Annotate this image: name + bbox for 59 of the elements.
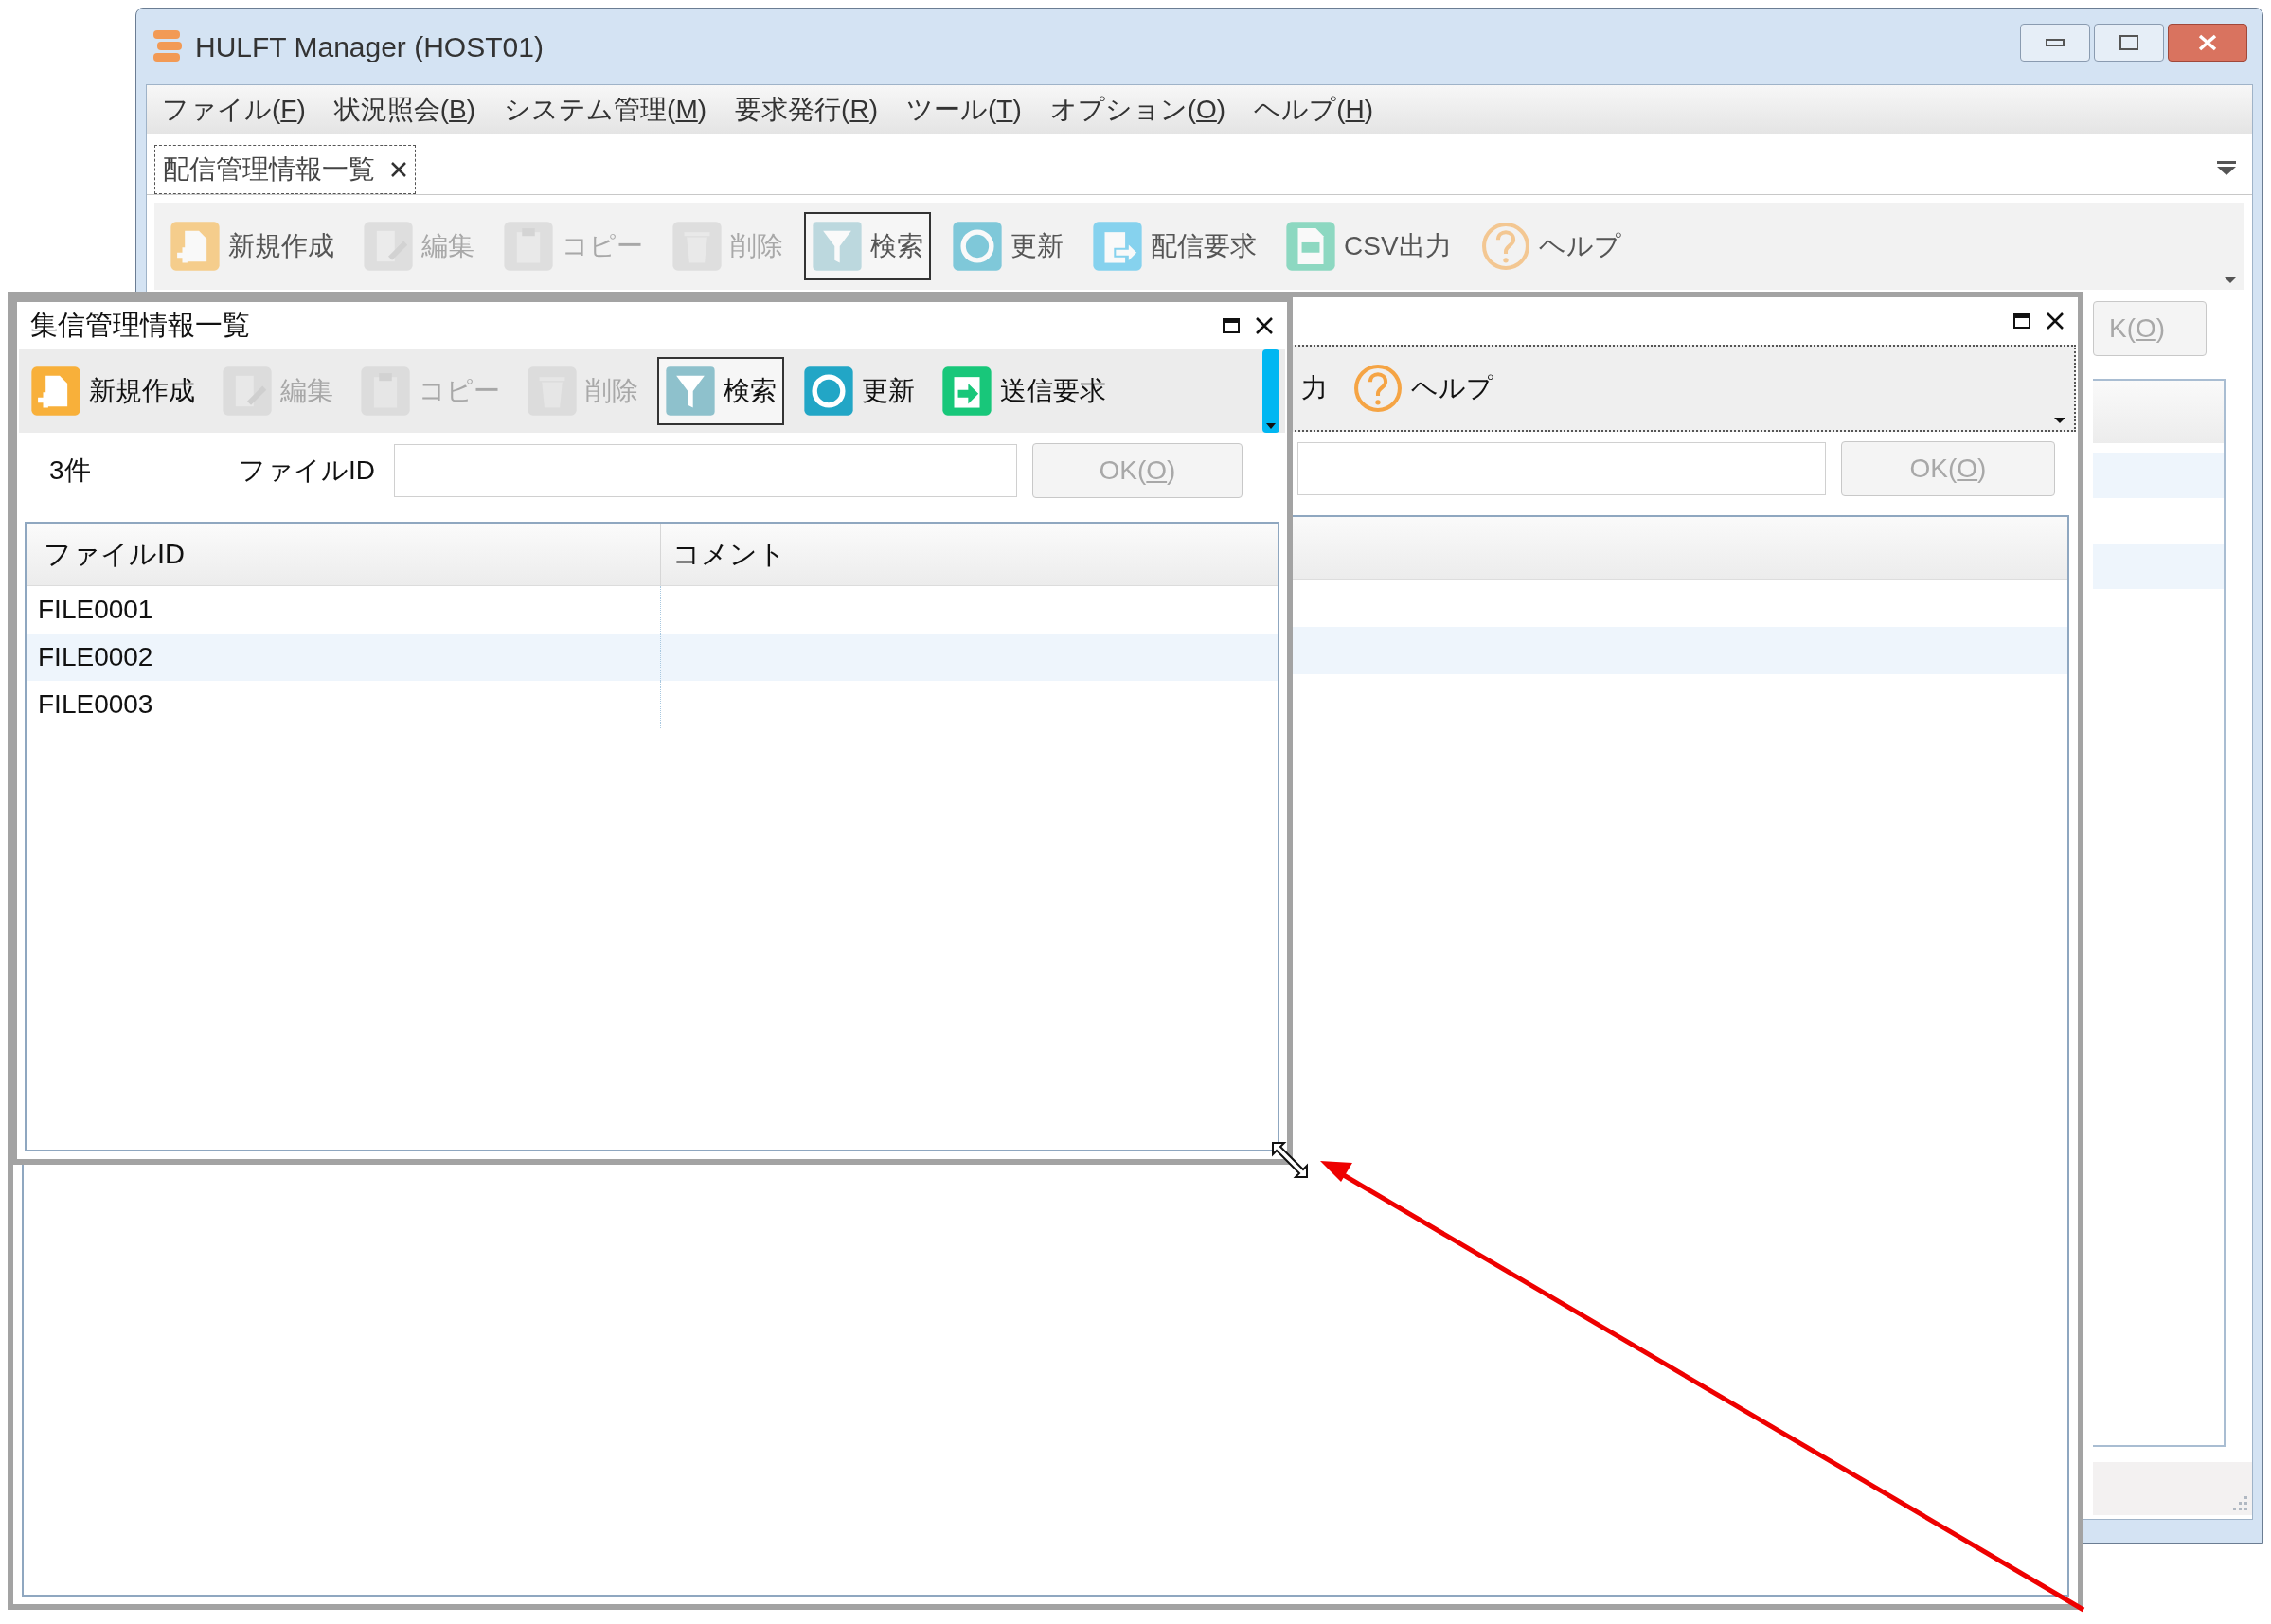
close-icon[interactable]: [390, 161, 407, 178]
refresh-icon: [952, 221, 1003, 272]
close-icon: [2197, 34, 2218, 51]
clipboard-icon: [503, 221, 554, 272]
restore-icon: [2119, 35, 2138, 50]
menu-item[interactable]: システム管理(M): [504, 90, 707, 130]
minimize-icon: [2046, 39, 2065, 46]
field-label: ファイルID: [239, 455, 375, 487]
edit-document-icon: [363, 221, 414, 272]
maximize-icon[interactable]: [1223, 318, 1240, 333]
overflow-menu-icon[interactable]: [2216, 160, 2237, 177]
toolbar-button[interactable]: 更新: [796, 357, 922, 425]
filter-icon: [812, 221, 863, 272]
toolbar-button[interactable]: ヘルプ: [1472, 212, 1629, 280]
help-icon: [1479, 221, 1531, 272]
dropdown-arrow-icon: [1266, 423, 1276, 429]
window-title: 集信管理情報一覧: [30, 309, 250, 343]
edit-document-icon: [222, 366, 273, 417]
refresh-icon: [803, 366, 854, 417]
toolbar-button[interactable]: 更新: [944, 212, 1071, 280]
column-header[interactable]: コメント: [661, 524, 1278, 585]
dropdown-arrow-icon[interactable]: [2053, 417, 2066, 424]
filter-icon: [665, 366, 716, 417]
toolbar-button[interactable]: 新規作成: [162, 212, 342, 280]
help-icon: [1352, 363, 1404, 414]
toolbar-button[interactable]: 検索: [657, 357, 784, 425]
menu-item[interactable]: ファイル(F): [162, 90, 306, 130]
menu-item[interactable]: 要求発行(R): [735, 90, 878, 130]
toolbar-button[interactable]: 検索: [804, 212, 931, 280]
toolbar-button[interactable]: 力: [1294, 354, 1335, 422]
toolbar-button[interactable]: CSV出力: [1278, 212, 1459, 280]
record-count: 3件: [49, 455, 92, 487]
toolbar-button[interactable]: 新規作成: [23, 357, 203, 425]
menu-item[interactable]: オプション(O): [1049, 90, 1226, 130]
tab-label: 配信管理情報一覧: [163, 153, 375, 186]
toolbar-button[interactable]: 送信要求: [934, 357, 1114, 425]
column-header[interactable]: ファイルID: [32, 524, 661, 585]
window-title: HULFT Manager (HOST01): [195, 29, 544, 64]
maximize-button[interactable]: [2094, 24, 2164, 62]
maximize-icon[interactable]: [2013, 313, 2030, 329]
close-icon[interactable]: [2046, 312, 2065, 330]
spreadsheet-file-icon: [1285, 221, 1336, 272]
new-document-icon: [170, 221, 221, 272]
logo-icon: [152, 28, 184, 64]
toolbar-button[interactable]: 配信要求: [1084, 212, 1264, 280]
toolbar-button[interactable]: ヘルプ: [1345, 354, 1501, 422]
tab[interactable]: 配信管理情報一覧: [154, 145, 416, 194]
close-button[interactable]: [2168, 24, 2247, 62]
menu-item[interactable]: ヘルプ(H): [1254, 90, 1374, 130]
input-field[interactable]: [394, 444, 1017, 497]
minimize-button[interactable]: [2020, 24, 2090, 62]
clipboard-icon: [360, 366, 411, 417]
table-cell: FILE0003: [32, 681, 661, 728]
input-field[interactable]: [1297, 442, 1826, 495]
close-icon[interactable]: [1255, 316, 1274, 335]
menu-item[interactable]: ツール(T): [906, 90, 1022, 130]
dropdown-arrow-icon[interactable]: [2224, 277, 2237, 284]
menu-item[interactable]: 状況照会(B): [333, 90, 476, 130]
new-document-icon: [30, 366, 81, 417]
